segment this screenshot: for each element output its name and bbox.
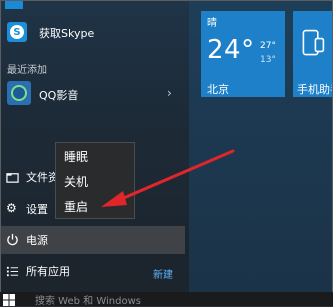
start-menu: S 获取Skype 最近添加 QQ影音 › 文件资 ⚙ 设置 电源 所有应用 新… [0,0,333,306]
search-placeholder: 搜索 Web 和 Windows [35,296,141,307]
taskbar-search[interactable]: 搜索 Web 和 Windows [0,292,333,307]
annotation-arrow [101,149,235,207]
windows-logo-icon[interactable] [3,294,15,306]
